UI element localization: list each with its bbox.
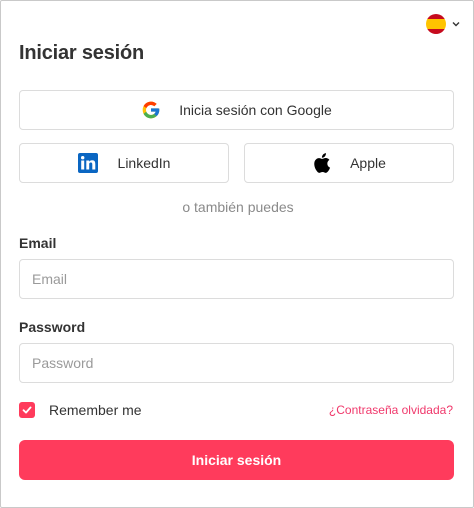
google-login-button[interactable]: Inicia sesión con Google [19, 90, 454, 130]
divider-text: o también puedes [182, 199, 294, 215]
password-field[interactable] [19, 343, 454, 383]
email-field[interactable] [19, 259, 454, 299]
apple-login-label: Apple [350, 155, 386, 171]
login-submit-button[interactable]: Iniciar sesión [19, 440, 454, 480]
linkedin-login-button[interactable]: LinkedIn [19, 143, 229, 183]
checkmark-icon [22, 406, 32, 414]
google-login-label: Inicia sesión con Google [179, 102, 332, 118]
apple-icon [314, 153, 331, 173]
password-label: Password [19, 319, 86, 335]
apple-login-button[interactable]: Apple [244, 143, 454, 183]
login-panel: Iniciar sesión Inicia sesión con Google … [0, 0, 474, 508]
linkedin-icon [77, 153, 98, 173]
spain-flag-icon [426, 14, 446, 34]
remember-me-checkbox[interactable] [19, 402, 35, 418]
remember-me-label[interactable]: Remember me [49, 402, 142, 418]
page-title: Iniciar sesión [19, 42, 145, 64]
forgot-password-link[interactable]: ¿Contraseña olvidada? [329, 403, 453, 417]
google-icon [142, 101, 160, 119]
chevron-down-icon [452, 22, 460, 27]
email-label: Email [19, 235, 57, 251]
linkedin-login-label: LinkedIn [117, 155, 171, 171]
language-selector[interactable] [426, 13, 462, 35]
